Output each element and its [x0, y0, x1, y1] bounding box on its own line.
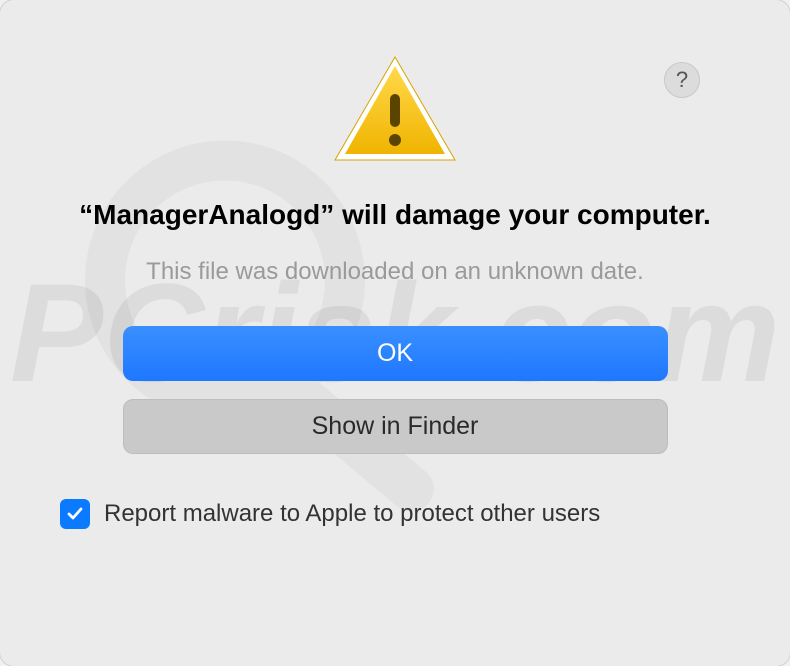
- ok-button[interactable]: OK: [123, 326, 668, 381]
- show-in-finder-button[interactable]: Show in Finder: [123, 399, 668, 454]
- report-checkbox-row: Report malware to Apple to protect other…: [60, 499, 730, 529]
- checkmark-icon: [65, 504, 85, 524]
- report-checkbox-label: Report malware to Apple to protect other…: [104, 500, 600, 528]
- report-checkbox[interactable]: [60, 499, 90, 529]
- alert-dialog: PCrisk.com ? “ManagerAnalogd” will damag…: [0, 0, 790, 666]
- dialog-title: “ManagerAnalogd” will damage your comput…: [79, 197, 711, 233]
- help-button[interactable]: ?: [664, 62, 700, 98]
- warning-icon: [330, 52, 460, 167]
- button-stack: OK Show in Finder: [123, 326, 668, 454]
- dialog-subtitle: This file was downloaded on an unknown d…: [146, 258, 644, 286]
- help-icon: ?: [676, 67, 688, 93]
